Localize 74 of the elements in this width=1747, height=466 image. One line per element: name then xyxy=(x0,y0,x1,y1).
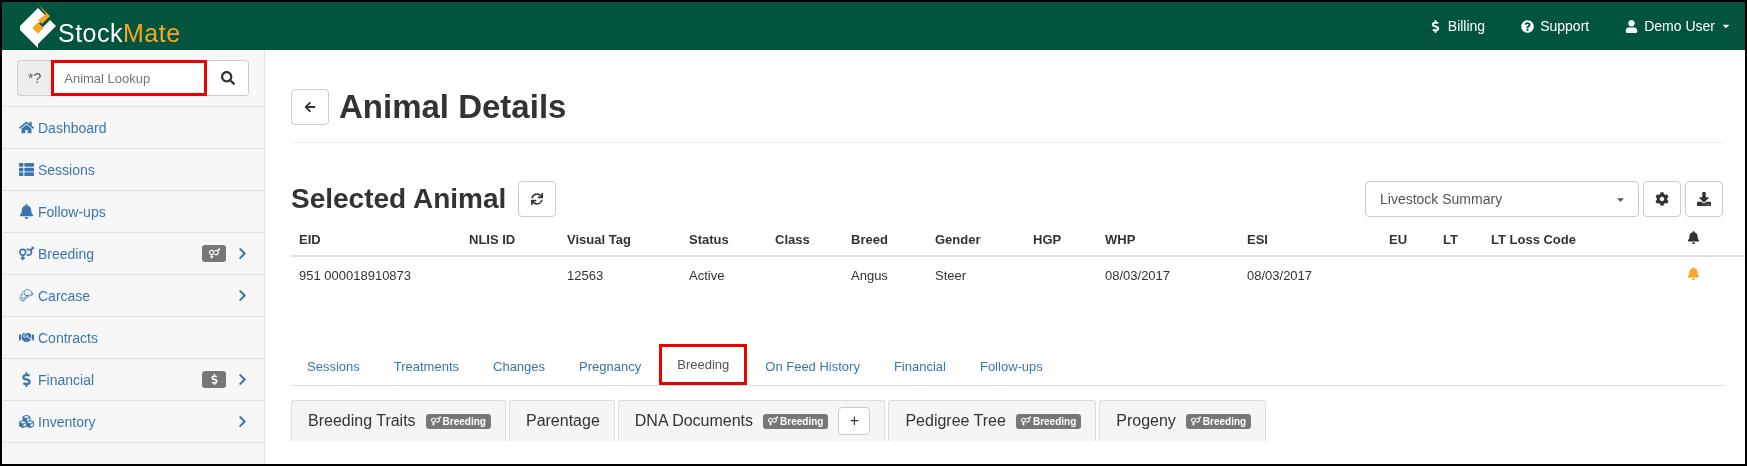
boxes-icon xyxy=(19,414,34,429)
bell-icon xyxy=(19,204,34,219)
panel-title: DNA Documents xyxy=(634,412,754,430)
bell-icon xyxy=(1687,231,1700,244)
table-cell: Angus xyxy=(851,267,888,283)
help-icon xyxy=(1521,19,1535,33)
table-cell: 08/03/2017 xyxy=(1105,267,1171,283)
page-title: Animal Details xyxy=(339,88,567,126)
tab[interactable]: Breeding xyxy=(659,344,748,385)
venus-mars-icon xyxy=(19,246,34,261)
sidebar-item[interactable]: Sessions xyxy=(2,149,264,191)
download-icon xyxy=(1697,192,1711,206)
column-header: Gender xyxy=(927,223,1025,256)
back-arrow-icon xyxy=(304,101,316,113)
column-header: Status xyxy=(681,223,767,256)
column-header: EID xyxy=(291,223,461,256)
sidebar-item[interactable]: Contracts xyxy=(2,317,264,359)
nav-link[interactable]: Demo User xyxy=(1625,18,1731,34)
column-header: Visual Tag xyxy=(559,223,681,256)
table-cell: Steer xyxy=(935,267,967,283)
report-select[interactable]: Livestock Summary xyxy=(1365,181,1639,217)
sidebar-item[interactable]: Breeding xyxy=(2,233,264,275)
panel-title: Parentage xyxy=(525,412,600,430)
add-button[interactable]: + xyxy=(838,407,871,435)
column-header: WHP xyxy=(1097,223,1239,256)
column-header: HGP xyxy=(1025,223,1097,256)
home-icon xyxy=(19,120,34,135)
column-header: EU xyxy=(1381,223,1435,256)
table-cell: Active xyxy=(689,267,725,283)
settings-icon xyxy=(1655,192,1669,206)
venus-mars-icon xyxy=(430,416,441,426)
nav-link[interactable]: Billing xyxy=(1428,18,1486,34)
column-header: Breed xyxy=(843,223,927,256)
venus-mars-icon xyxy=(768,416,779,426)
list-icon xyxy=(19,162,34,177)
settings-button[interactable] xyxy=(1643,181,1681,217)
breeding-badge: Breeding xyxy=(1185,413,1252,429)
section-title: Selected Animal xyxy=(291,183,507,215)
search-prefix: *? xyxy=(17,60,52,96)
user-icon xyxy=(1625,19,1639,33)
column-header: Class xyxy=(767,223,843,256)
breeding-badge: Breeding xyxy=(425,413,491,429)
breeding-badge: Breeding xyxy=(763,413,829,429)
venus-mars-icon xyxy=(1020,416,1031,426)
logo-icon xyxy=(20,4,56,48)
steak-icon xyxy=(19,288,34,303)
sidebar-item[interactable]: Financial xyxy=(2,359,264,401)
nav-link[interactable]: Support xyxy=(1521,18,1590,34)
search-field[interactable]: Animal Lookup xyxy=(51,60,208,96)
panel-title: Progeny xyxy=(1116,412,1176,430)
breeding-badge: Breeding xyxy=(1015,413,1082,429)
refresh-button[interactable] xyxy=(518,181,557,217)
sidebar-item[interactable]: Carcase xyxy=(2,275,264,317)
venus-mars-icon xyxy=(1190,416,1201,426)
sidebar-item[interactable]: Inventory xyxy=(2,401,264,443)
venus-mars-icon xyxy=(208,248,220,259)
table-cell: 12563 xyxy=(567,267,604,283)
app-logo: StockMate xyxy=(58,21,181,46)
sidebar-item[interactable]: Follow-ups xyxy=(2,191,264,233)
panel-title: Breeding Traits xyxy=(308,412,416,430)
handshake-icon xyxy=(19,330,34,345)
column-header: ESI xyxy=(1239,223,1381,256)
back-button[interactable] xyxy=(291,89,329,125)
column-header: NLIS ID xyxy=(461,223,559,256)
panel-title: Pedigree Tree xyxy=(905,412,1006,430)
sidebar-item[interactable]: Dashboard xyxy=(2,107,264,149)
table-cell: 951 000018910873 xyxy=(299,267,412,283)
search-button[interactable] xyxy=(207,60,249,96)
column-header: LT xyxy=(1435,223,1483,256)
column-header: LT Loss Code xyxy=(1483,223,1679,256)
table-cell: 08/03/2017 xyxy=(1247,267,1313,283)
refresh-icon xyxy=(531,193,544,205)
download-button[interactable] xyxy=(1685,181,1723,217)
search-icon xyxy=(220,71,235,85)
